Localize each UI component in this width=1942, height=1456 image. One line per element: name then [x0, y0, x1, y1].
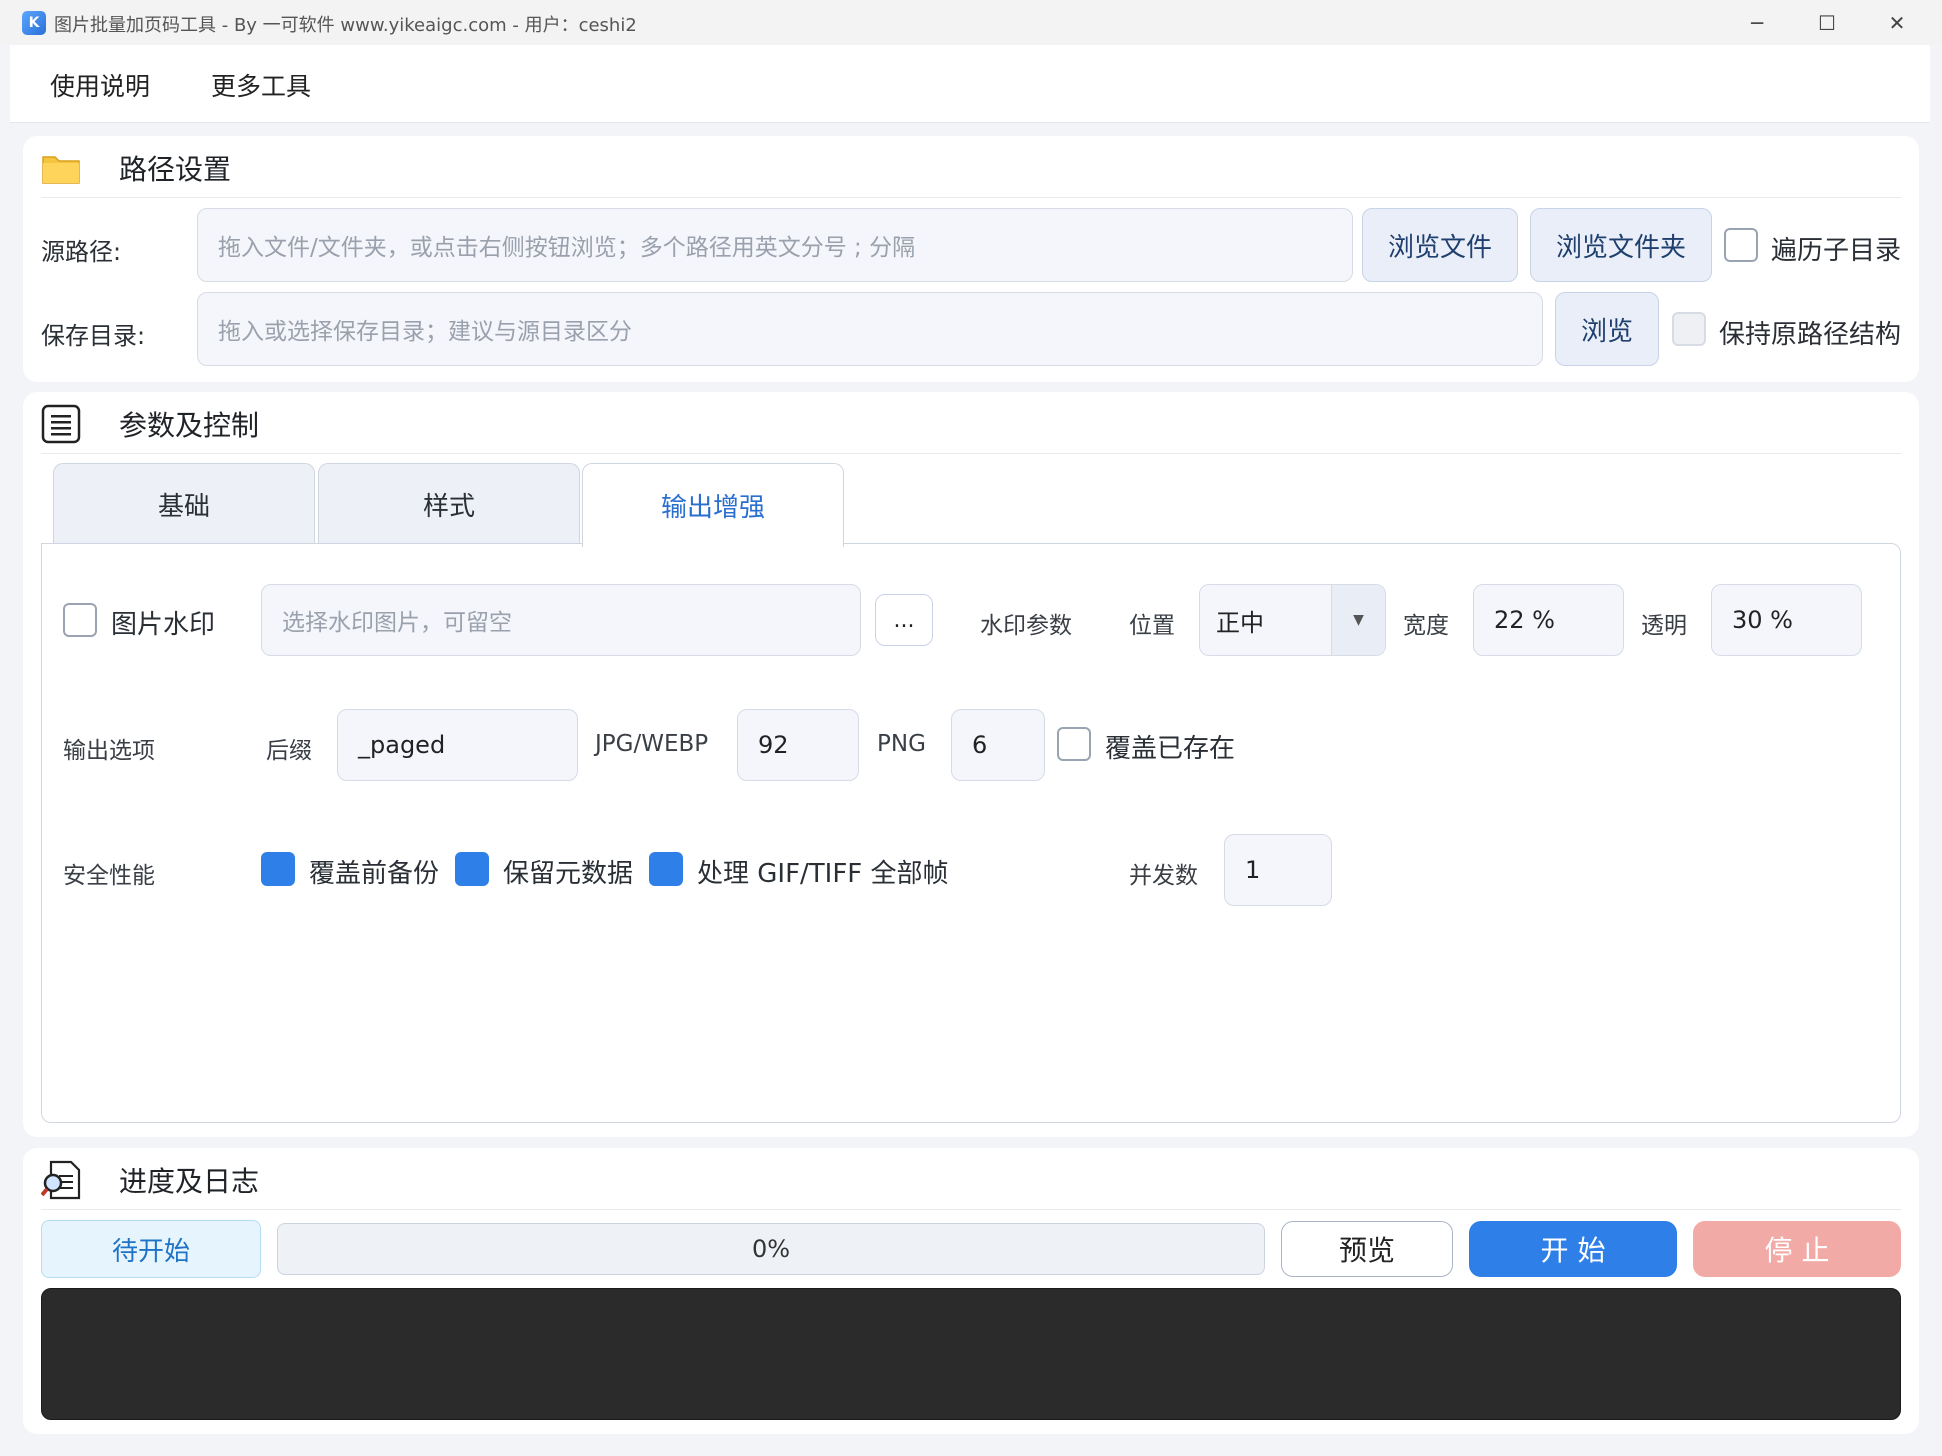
folder-icon — [42, 156, 80, 184]
preview-button[interactable]: 预览 — [1281, 1221, 1453, 1277]
save-dir-label: 保存目录: — [41, 322, 146, 350]
start-button[interactable]: 开 始 — [1469, 1221, 1677, 1277]
path-settings-panel: 路径设置 源路径: 拖入文件/文件夹，或点击右侧按钮浏览；多个路径用英文分号 ;… — [23, 136, 1919, 382]
recurse-subdirs-label: 遍历子目录 — [1771, 236, 1902, 266]
stop-button[interactable]: 停 止 — [1693, 1221, 1901, 1277]
panel-header: 进度及日志 — [41, 1160, 259, 1200]
keep-metadata-label: 保留元数据 — [503, 859, 634, 889]
position-label: 位置 — [1129, 613, 1175, 639]
concurrency-input[interactable]: 1 — [1224, 834, 1332, 906]
width-input[interactable]: 22 % — [1473, 584, 1624, 656]
tab-output-enhance[interactable]: 输出增强 — [582, 463, 844, 547]
keep-structure-checkbox[interactable] — [1672, 312, 1706, 346]
png-level-input[interactable]: 6 — [951, 709, 1045, 781]
suffix-input[interactable]: _paged — [337, 709, 578, 781]
browse-save-button[interactable]: 浏览 — [1555, 292, 1659, 366]
width-label: 宽度 — [1403, 613, 1449, 639]
panel-title: 进度及日志 — [119, 1165, 260, 1198]
jpg-quality-input[interactable]: 92 — [737, 709, 859, 781]
divider — [41, 197, 1901, 198]
position-value: 正中 — [1216, 608, 1264, 637]
divider — [41, 453, 1901, 454]
source-path-input[interactable]: 拖入文件/文件夹，或点击右侧按钮浏览；多个路径用英文分号 ; 分隔 — [197, 208, 1353, 282]
browse-folder-button[interactable]: 浏览文件夹 — [1530, 208, 1712, 282]
minimize-button[interactable]: ─ — [1722, 0, 1792, 45]
opacity-label: 透明 — [1641, 613, 1687, 639]
overwrite-existing-label: 覆盖已存在 — [1105, 734, 1236, 764]
watermark-label: 图片水印 — [111, 610, 216, 640]
menu-usage-guide[interactable]: 使用说明 — [50, 67, 150, 103]
app-window: K 图片批量加页码工具 - By 一可软件 www.yikeaigc.com -… — [0, 0, 1942, 1456]
panel-header: 路径设置 — [41, 148, 231, 188]
all-frames-label: 处理 GIF/TIFF 全部帧 — [697, 859, 949, 889]
opacity-input[interactable]: 30 % — [1711, 584, 1862, 656]
concurrency-label: 并发数 — [1129, 863, 1198, 889]
panel-title: 路径设置 — [119, 153, 232, 186]
suffix-label: 后缀 — [266, 738, 312, 764]
source-path-label: 源路径: — [41, 238, 122, 266]
backup-checkbox[interactable] — [261, 852, 295, 886]
panel-header: 参数及控制 — [41, 404, 259, 444]
magnifier-document-icon — [41, 1160, 81, 1200]
chevron-down-icon[interactable]: ▼ — [1331, 585, 1385, 655]
menu-bar: 使用说明 更多工具 — [10, 45, 1930, 123]
keep-structure-label: 保持原路径结构 — [1719, 320, 1902, 350]
watermark-params-label: 水印参数 — [980, 613, 1072, 639]
panel-title: 参数及控制 — [119, 409, 260, 442]
progress-text: 0% — [751, 1235, 791, 1263]
tab-basic[interactable]: 基础 — [53, 463, 315, 545]
tab-content-output-enhance: 图片水印 选择水印图片，可留空 ... 水印参数 位置 正中 ▼ 宽度 22 %… — [41, 543, 1901, 1123]
title-bar: K 图片批量加页码工具 - By 一可软件 www.yikeaigc.com -… — [0, 0, 1942, 45]
menu-more-tools[interactable]: 更多工具 — [211, 67, 311, 103]
position-select[interactable]: 正中 ▼ — [1199, 584, 1386, 656]
safety-label: 安全性能 — [63, 863, 155, 889]
maximize-button[interactable]: ☐ — [1792, 0, 1862, 45]
status-badge: 待开始 — [41, 1220, 261, 1278]
recurse-subdirs-checkbox[interactable] — [1724, 228, 1758, 262]
divider — [41, 1209, 1901, 1210]
watermark-image-input[interactable]: 选择水印图片，可留空 — [261, 584, 861, 656]
close-button[interactable]: ✕ — [1862, 0, 1932, 45]
output-options-label: 输出选项 — [63, 738, 155, 764]
watermark-browse-button[interactable]: ... — [875, 594, 933, 646]
app-logo-icon: K — [22, 11, 46, 35]
keep-metadata-checkbox[interactable] — [455, 852, 489, 886]
backup-label: 覆盖前备份 — [309, 859, 440, 889]
save-dir-input[interactable]: 拖入或选择保存目录；建议与源目录区分 — [197, 292, 1543, 366]
progress-bar: 0% — [277, 1223, 1265, 1275]
list-document-icon — [41, 404, 81, 444]
jpg-quality-label: JPG/WEBP — [595, 731, 709, 757]
tab-style[interactable]: 样式 — [318, 463, 580, 545]
overwrite-existing-checkbox[interactable] — [1057, 727, 1091, 761]
watermark-checkbox[interactable] — [63, 603, 97, 637]
png-level-label: PNG — [877, 731, 926, 757]
all-frames-checkbox[interactable] — [649, 852, 683, 886]
log-area[interactable] — [41, 1288, 1901, 1420]
window-title: 图片批量加页码工具 - By 一可软件 www.yikeaigc.com - 用… — [54, 15, 637, 36]
browse-file-button[interactable]: 浏览文件 — [1362, 208, 1518, 282]
